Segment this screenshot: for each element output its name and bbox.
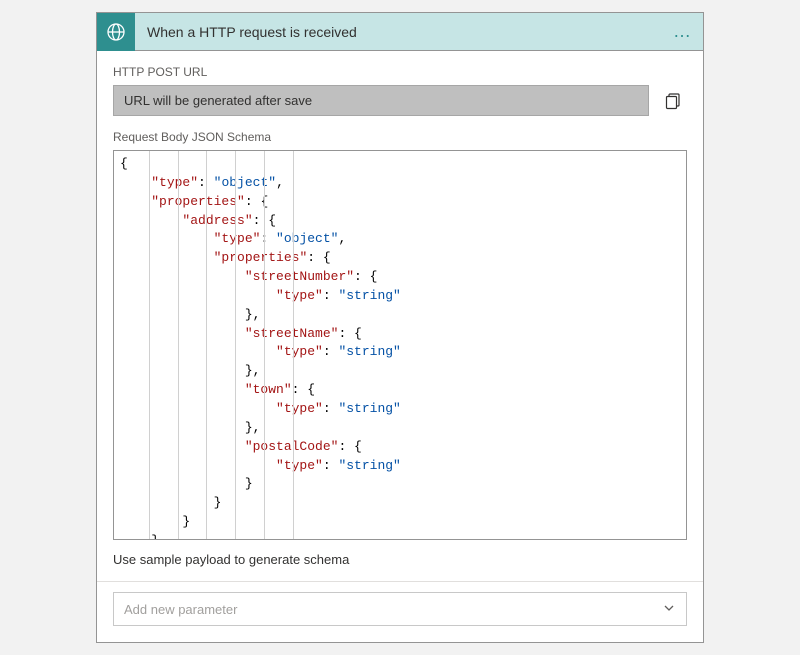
chevron-down-icon — [662, 601, 676, 618]
http-post-url-field: URL will be generated after save — [113, 85, 649, 116]
divider — [97, 581, 703, 582]
url-label: HTTP POST URL — [113, 65, 687, 79]
card-menu-button[interactable]: … — [663, 21, 703, 42]
card-title: When a HTTP request is received — [135, 24, 663, 40]
copy-url-button[interactable] — [659, 85, 687, 116]
copy-icon — [664, 92, 682, 110]
add-new-parameter-dropdown[interactable]: Add new parameter — [113, 592, 687, 626]
schema-label: Request Body JSON Schema — [113, 130, 687, 144]
card-header[interactable]: When a HTTP request is received … — [97, 13, 703, 51]
globe-icon — [106, 22, 126, 42]
trigger-icon-box — [97, 13, 135, 51]
json-schema-editor[interactable]: { "type": "object", "properties": { "add… — [113, 150, 687, 540]
card-body: HTTP POST URL URL will be generated afte… — [97, 51, 703, 642]
use-sample-payload-link[interactable]: Use sample payload to generate schema — [113, 552, 687, 567]
trigger-card: When a HTTP request is received … HTTP P… — [96, 12, 704, 643]
add-param-placeholder: Add new parameter — [124, 602, 237, 617]
url-row: URL will be generated after save — [113, 85, 687, 116]
